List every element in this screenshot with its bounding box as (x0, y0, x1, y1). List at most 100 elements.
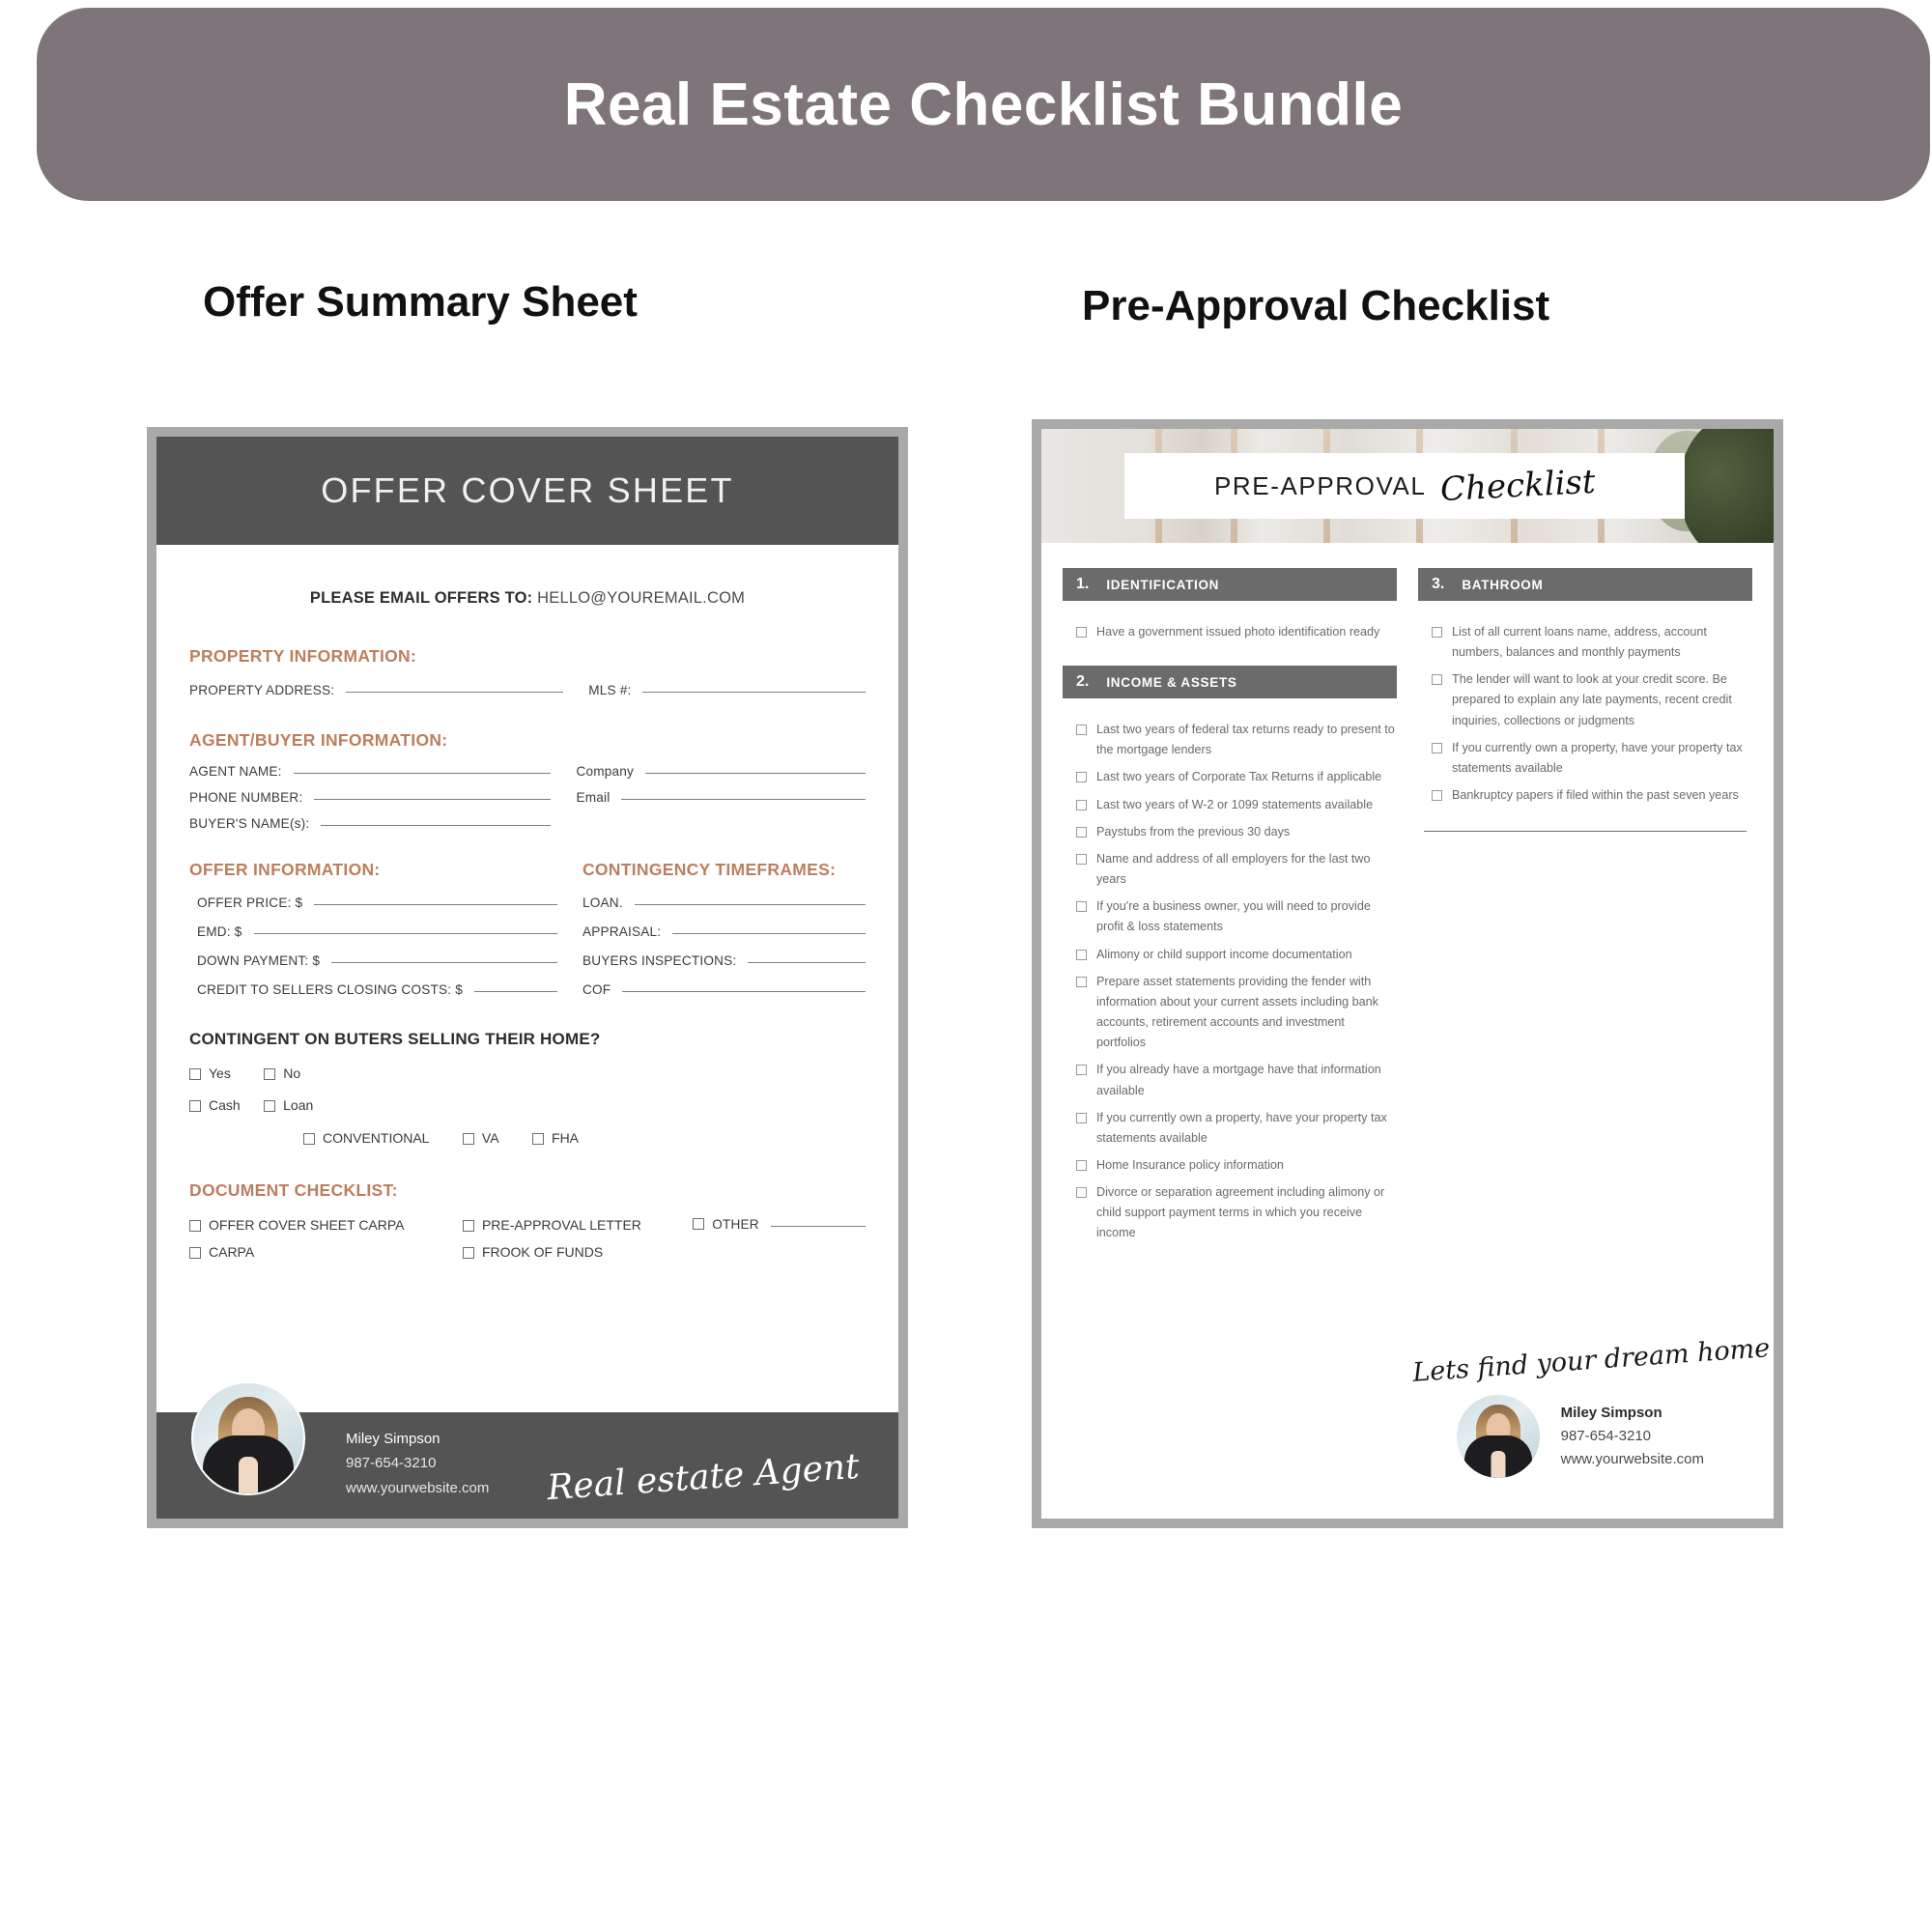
checkbox-icon[interactable] (1076, 976, 1087, 987)
checkbox-no[interactable]: No (264, 1065, 300, 1081)
list-item[interactable]: If you currently own a property, have yo… (1432, 738, 1752, 779)
checkbox-offer-cover-sheet-carpa[interactable]: OFFER COVER SHEET CARPA (189, 1217, 438, 1233)
checkbox-fha[interactable]: FHA (532, 1130, 579, 1146)
checkbox-icon[interactable] (1076, 724, 1087, 736)
company-input-line[interactable] (645, 773, 866, 774)
footer-agent-website[interactable]: www.yourwebsite.com (346, 1476, 489, 1501)
buyers-inspections-input-line[interactable] (748, 962, 866, 963)
mls-number-field[interactable]: MLS #: (588, 683, 866, 697)
list-item[interactable]: Last two years of W-2 or 1099 statements… (1076, 795, 1397, 815)
list-item[interactable]: Paystubs from the previous 30 days (1076, 822, 1397, 842)
checkbox-icon[interactable] (189, 1068, 201, 1080)
appraisal-label: APPRAISAL: (582, 924, 662, 939)
section-number: 2. (1076, 673, 1090, 691)
checkbox-icon[interactable] (1076, 949, 1087, 960)
checkbox-icon[interactable] (189, 1247, 201, 1259)
list-item[interactable]: Have a government issued photo identific… (1076, 622, 1397, 642)
cof-field[interactable]: COF (582, 982, 866, 997)
checkbox-icon[interactable] (1076, 1112, 1087, 1123)
agent-name-input-line[interactable] (293, 773, 552, 774)
checkbox-icon[interactable] (462, 1133, 474, 1145)
list-item[interactable]: Last two years of federal tax returns re… (1076, 720, 1397, 760)
list-item[interactable]: The lender will want to look at your cre… (1432, 669, 1752, 730)
checkbox-icon[interactable] (303, 1133, 315, 1145)
list-item[interactable]: If you currently own a property, have yo… (1076, 1108, 1397, 1149)
buyers-inspections-label: BUYERS INSPECTIONS: (582, 953, 737, 968)
checkbox-other[interactable]: OTHER (693, 1217, 867, 1232)
emd-field[interactable]: EMD: $ (197, 924, 557, 939)
loan-field[interactable]: LOAN. (582, 895, 866, 910)
list-item[interactable]: Home Insurance policy information (1076, 1155, 1397, 1176)
checkbox-icon[interactable] (1076, 1187, 1087, 1199)
email-field[interactable]: Email (576, 790, 866, 805)
checkbox-pre-approval-letter[interactable]: PRE-APPROVAL LETTER (462, 1217, 668, 1233)
checkbox-icon[interactable] (1076, 853, 1087, 865)
checkbox-conventional[interactable]: CONVENTIONAL (303, 1130, 429, 1146)
checkbox-carpa[interactable]: CARPA (189, 1244, 438, 1260)
checkbox-icon[interactable] (189, 1220, 201, 1232)
buyers-name-input-line[interactable] (321, 825, 552, 826)
checkbox-icon[interactable] (1076, 1065, 1087, 1076)
checkbox-yes[interactable]: Yes (189, 1065, 231, 1081)
checklist-agent-website[interactable]: www.yourwebsite.com (1561, 1448, 1704, 1471)
phone-number-input-line[interactable] (314, 799, 552, 800)
emd-input-line[interactable] (253, 933, 557, 934)
checkbox-icon[interactable] (1076, 901, 1087, 913)
checkbox-loan[interactable]: Loan (264, 1097, 313, 1113)
buyers-name-field[interactable]: BUYER'S NAME(s): (189, 816, 552, 831)
checkbox-icon[interactable] (1432, 627, 1442, 638)
checkbox-icon[interactable] (462, 1220, 474, 1232)
checkbox-icon[interactable] (264, 1100, 276, 1112)
document-checklist-heading: DOCUMENT CHECKLIST: (189, 1180, 398, 1200)
checkbox-icon[interactable] (462, 1247, 474, 1259)
list-item[interactable]: Alimony or child support income document… (1076, 945, 1397, 965)
list-item[interactable]: List of all current loans name, address,… (1432, 622, 1752, 663)
avatar (1456, 1395, 1540, 1478)
property-address-field[interactable]: PROPERTY ADDRESS: (189, 683, 564, 697)
list-item[interactable]: Prepare asset statements providing the f… (1076, 972, 1397, 1054)
cof-input-line[interactable] (622, 991, 866, 992)
appraisal-input-line[interactable] (672, 933, 866, 934)
credit-to-sellers-input-line[interactable] (473, 991, 557, 992)
list-item[interactable]: Divorce or separation agreement includin… (1076, 1182, 1397, 1243)
checkbox-va[interactable]: VA (462, 1130, 499, 1146)
list-item[interactable]: Last two years of Corporate Tax Returns … (1076, 767, 1397, 787)
checkbox-icon[interactable] (1076, 1159, 1087, 1171)
other-input-line[interactable] (770, 1226, 867, 1227)
list-item[interactable]: Name and address of all employers for th… (1076, 849, 1397, 890)
down-payment-field[interactable]: DOWN PAYMENT: $ (197, 953, 557, 968)
phone-number-field[interactable]: PHONE NUMBER: (189, 790, 552, 805)
mls-number-input-line[interactable] (642, 692, 866, 693)
checkbox-cash[interactable]: Cash (189, 1097, 241, 1113)
checkbox-icon[interactable] (189, 1100, 201, 1112)
email-input-line[interactable] (621, 799, 866, 800)
buyers-inspections-field[interactable]: BUYERS INSPECTIONS: (582, 953, 866, 968)
checkbox-icon[interactable] (1076, 772, 1087, 783)
down-payment-input-line[interactable] (331, 962, 557, 963)
checkbox-fha-label: FHA (552, 1130, 580, 1146)
checkbox-icon[interactable] (1432, 674, 1442, 686)
checkbox-icon[interactable] (1076, 799, 1087, 810)
list-item-label: Prepare asset statements providing the f… (1096, 974, 1378, 1050)
loan-input-line[interactable] (634, 904, 866, 905)
credit-to-sellers-field[interactable]: CREDIT TO SELLERS CLOSING COSTS: $ (197, 982, 557, 997)
checkbox-icon[interactable] (1432, 742, 1442, 753)
property-address-input-line[interactable] (346, 692, 564, 693)
list-item[interactable]: If you already have a mortgage have that… (1076, 1060, 1397, 1100)
company-field[interactable]: Company (576, 764, 866, 779)
checkbox-frook-of-funds[interactable]: FROOK OF FUNDS (462, 1244, 668, 1260)
list-item[interactable]: If you're a business owner, you will nee… (1076, 896, 1397, 937)
agent-name-field[interactable]: AGENT NAME: (189, 764, 552, 779)
list-item-label: Divorce or separation agreement includin… (1096, 1185, 1385, 1240)
offer-price-input-line[interactable] (314, 904, 557, 905)
checkbox-icon[interactable] (693, 1218, 705, 1230)
checkbox-icon[interactable] (532, 1133, 545, 1145)
checkbox-icon[interactable] (1076, 826, 1087, 838)
appraisal-field[interactable]: APPRAISAL: (582, 924, 866, 939)
offer-price-field[interactable]: OFFER PRICE: $ (197, 895, 557, 910)
checkbox-icon[interactable] (1432, 790, 1442, 802)
list-item[interactable]: Bankruptcy papers if filed within the pa… (1432, 785, 1752, 806)
agent-name-label: AGENT NAME: (189, 764, 282, 779)
checkbox-icon[interactable] (264, 1068, 276, 1080)
checkbox-icon[interactable] (1076, 627, 1087, 638)
